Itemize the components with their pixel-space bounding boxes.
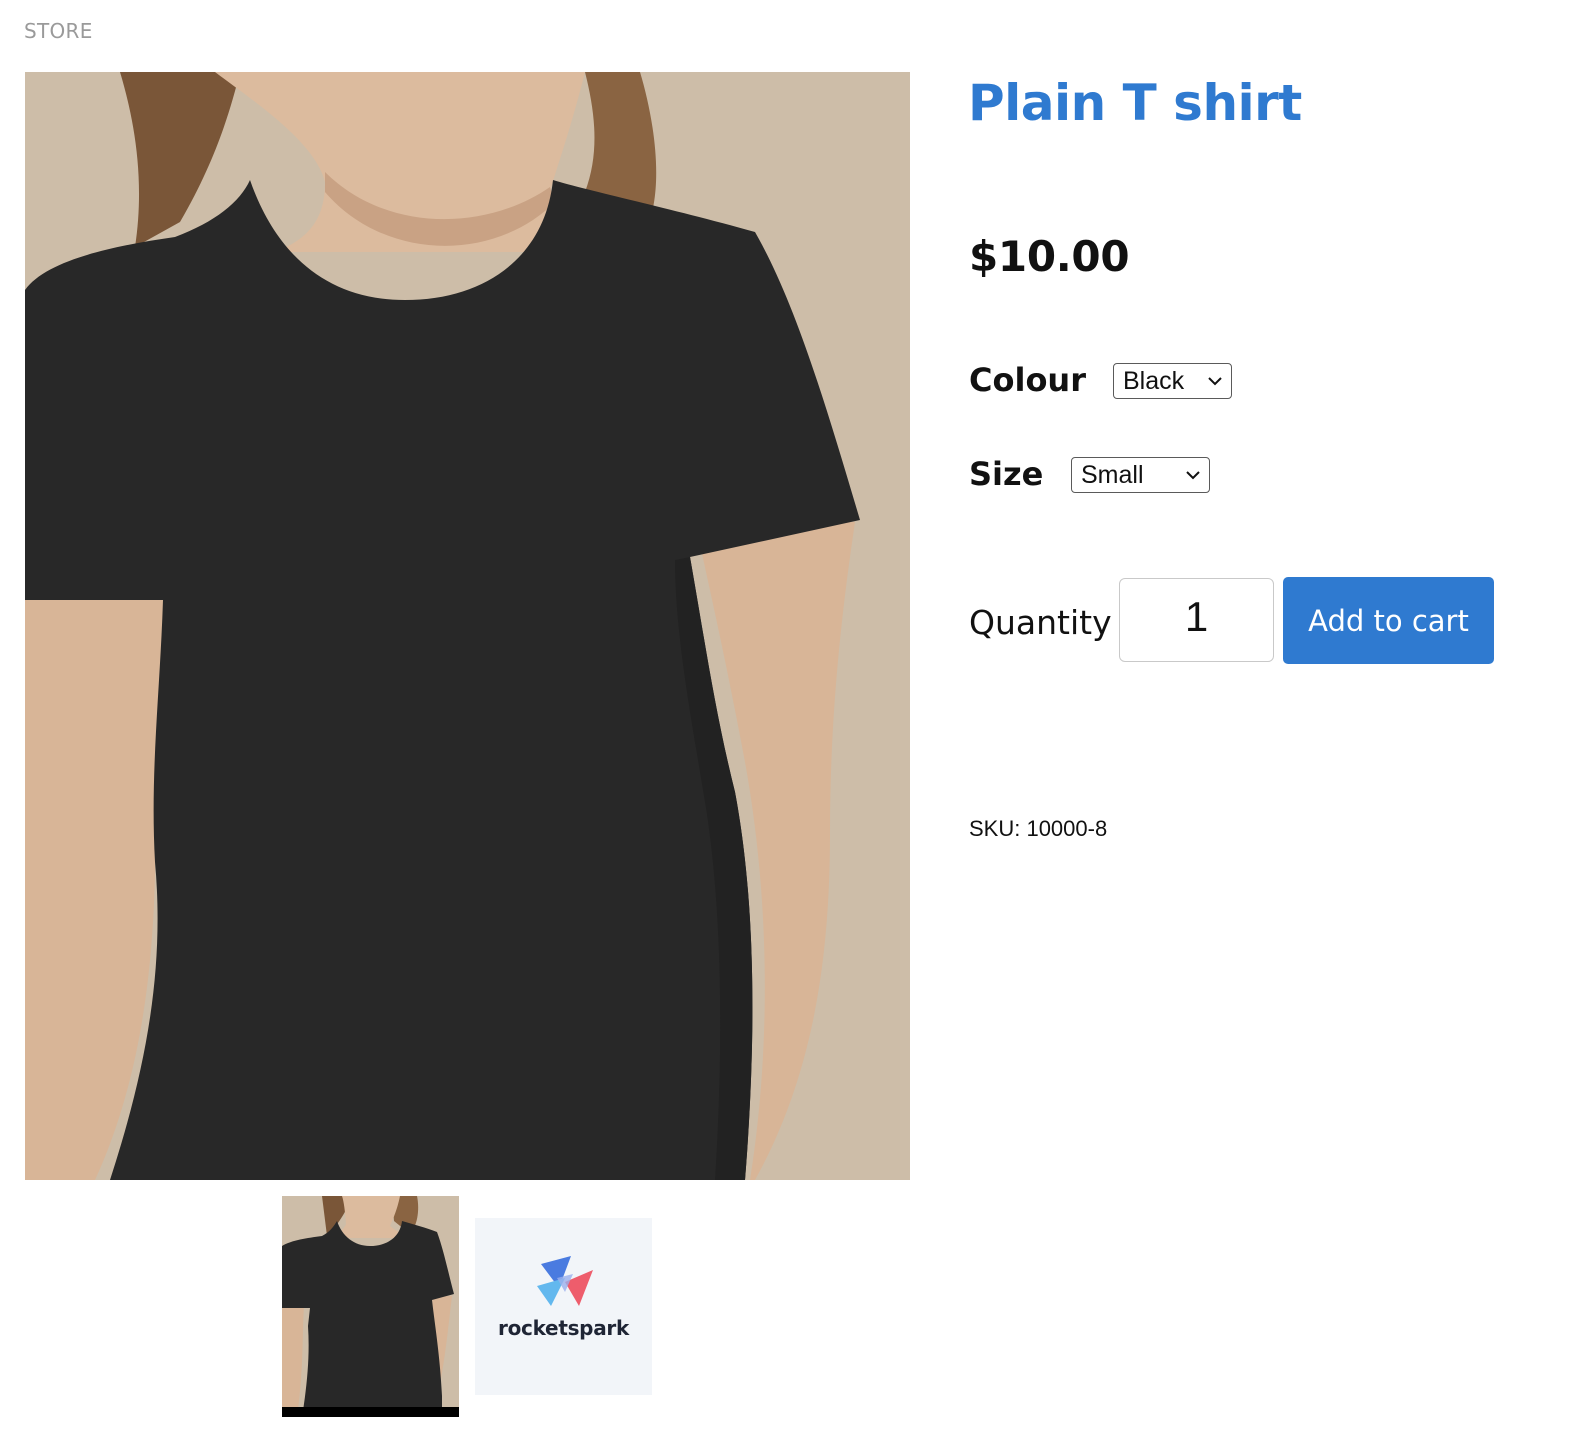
quantity-input[interactable] bbox=[1119, 578, 1274, 662]
rocketspark-brand-text: rocketspark bbox=[498, 1316, 629, 1340]
quantity-label: Quantity bbox=[969, 603, 1112, 642]
chevron-down-icon bbox=[1186, 471, 1200, 480]
product-price: $10.00 bbox=[969, 232, 1130, 281]
active-thumbnail-indicator bbox=[282, 1407, 459, 1417]
colour-select-value: Black bbox=[1123, 367, 1185, 395]
chevron-down-icon bbox=[1208, 377, 1222, 386]
product-thumbnail-photo[interactable] bbox=[282, 1196, 459, 1417]
rocketspark-logo-icon bbox=[537, 1256, 593, 1306]
size-select-value: Small bbox=[1081, 461, 1144, 489]
main-product-image bbox=[25, 72, 910, 1180]
colour-label: Colour bbox=[969, 361, 1086, 399]
size-select[interactable]: Small bbox=[1071, 457, 1210, 493]
rocketspark-logo-thumbnail[interactable]: rocketspark bbox=[475, 1218, 652, 1395]
colour-select[interactable]: Black bbox=[1113, 363, 1232, 399]
breadcrumb[interactable]: STORE bbox=[24, 19, 93, 43]
product-sku: SKU: 10000-8 bbox=[969, 816, 1108, 841]
product-title: Plain T shirt bbox=[968, 74, 1302, 132]
size-label: Size bbox=[969, 455, 1044, 493]
add-to-cart-button[interactable]: Add to cart bbox=[1283, 577, 1494, 664]
